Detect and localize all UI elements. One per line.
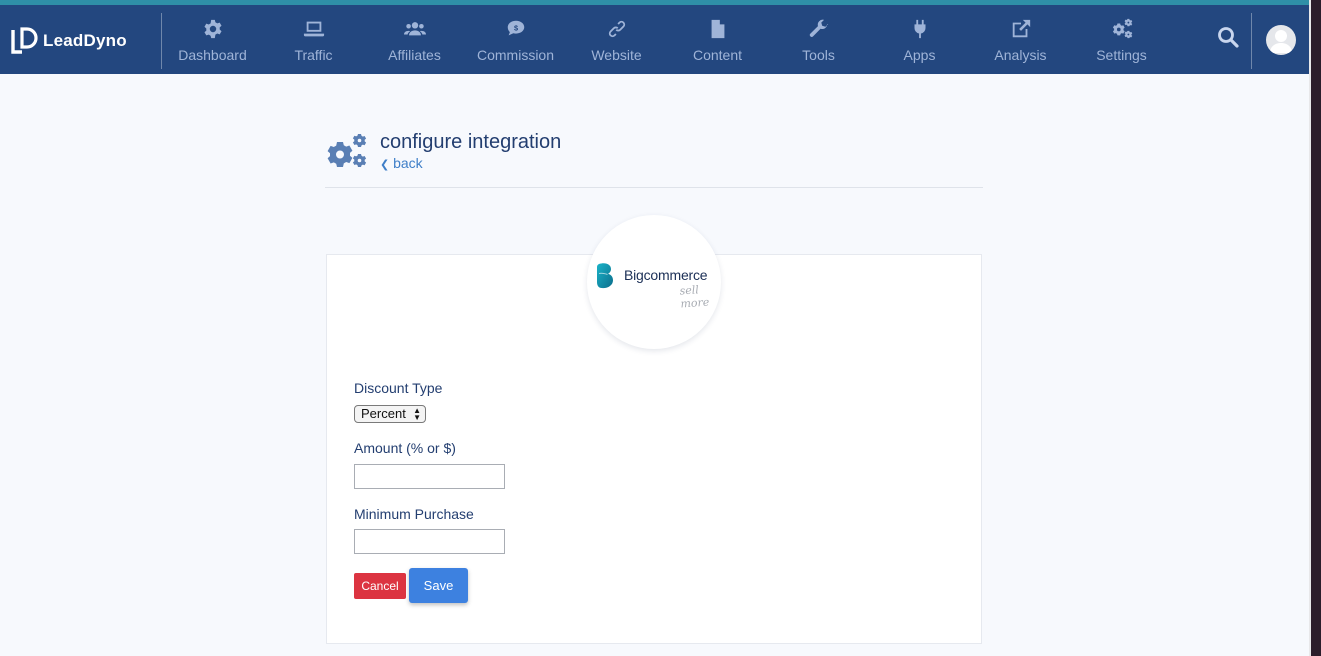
- user-silhouette-icon: [1270, 30, 1292, 53]
- nav-item-settings[interactable]: Settings: [1071, 5, 1172, 74]
- brand-name: LeadDyno: [43, 31, 127, 50]
- nav-item-content[interactable]: Content: [667, 5, 768, 74]
- cancel-button[interactable]: Cancel: [354, 573, 406, 599]
- page-header: configure integration ❮ back: [325, 130, 983, 188]
- discount-type-label: Discount Type: [354, 380, 443, 396]
- logo-tagline: sell more: [679, 283, 710, 311]
- cogs-icon: [1112, 18, 1132, 39]
- nav-divider-right: [1251, 13, 1252, 69]
- amount-input[interactable]: [354, 464, 505, 489]
- wrench-icon: [809, 19, 828, 37]
- leaddyno-logo-icon: [11, 27, 38, 54]
- nav-label: Analysis: [994, 47, 1047, 63]
- main-nav: Dashboard Traffic Affiliates $ Commissio…: [162, 5, 1172, 74]
- nav-item-website[interactable]: Website: [566, 5, 667, 74]
- discount-type-select[interactable]: Percent ▲ ▼: [354, 405, 426, 423]
- nav-item-tools[interactable]: Tools: [768, 5, 869, 74]
- cogs-icon: [327, 134, 367, 167]
- nav-item-analysis[interactable]: Analysis: [970, 5, 1071, 74]
- nav-label: Settings: [1096, 47, 1147, 63]
- nav-item-traffic[interactable]: Traffic: [263, 5, 364, 74]
- desktop-background-strip: [1309, 0, 1321, 656]
- user-avatar[interactable]: [1266, 25, 1296, 55]
- amount-label: Amount (% or $): [354, 440, 456, 456]
- logo-name: Bigcommerce: [624, 267, 708, 283]
- minimum-purchase-input[interactable]: [354, 529, 505, 554]
- users-icon: [403, 22, 426, 36]
- bigcommerce-mark-icon: [597, 263, 613, 289]
- file-icon: [711, 19, 724, 39]
- gear-icon: [203, 19, 222, 39]
- discount-type-value: Percent: [361, 406, 406, 421]
- laptop-icon: [303, 21, 324, 37]
- brand-logo[interactable]: LeadDyno: [10, 24, 127, 58]
- svg-text:$: $: [513, 23, 517, 32]
- nav-item-apps[interactable]: Apps: [869, 5, 970, 74]
- integration-logo: Bigcommerce sell more: [587, 215, 721, 349]
- top-navigation-bar: LeadDyno Dashboard Traffic Affiliates $ …: [0, 0, 1309, 74]
- search-icon[interactable]: [1216, 25, 1240, 49]
- nav-label: Affiliates: [388, 47, 441, 63]
- save-button[interactable]: Save: [409, 568, 468, 603]
- nav-label: Apps: [903, 47, 936, 63]
- nav-item-affiliates[interactable]: Affiliates: [364, 5, 465, 74]
- nav-item-commission[interactable]: $ Commission: [465, 5, 566, 74]
- nav-item-dashboard[interactable]: Dashboard: [162, 5, 263, 74]
- chevron-left-icon: ❮: [380, 159, 390, 171]
- bigcommerce-logo: Bigcommerce sell more: [595, 261, 725, 311]
- minimum-purchase-label: Minimum Purchase: [354, 506, 474, 522]
- external-link-icon: [1012, 19, 1030, 38]
- nav-label: Website: [591, 47, 642, 63]
- nav-label: Content: [692, 47, 743, 63]
- back-link[interactable]: ❮ back: [380, 155, 423, 171]
- back-link-label: back: [393, 155, 423, 171]
- nav-label: Tools: [802, 47, 835, 63]
- nav-label: Traffic: [294, 47, 333, 63]
- select-arrows-icon: ▲ ▼: [413, 406, 421, 422]
- link-icon: [608, 20, 625, 38]
- page-title: configure integration: [380, 131, 562, 153]
- nav-label: Commission: [476, 47, 554, 63]
- nav-label: Dashboard: [178, 47, 247, 63]
- plug-icon: [914, 19, 925, 39]
- coins-icon: $: [507, 20, 524, 36]
